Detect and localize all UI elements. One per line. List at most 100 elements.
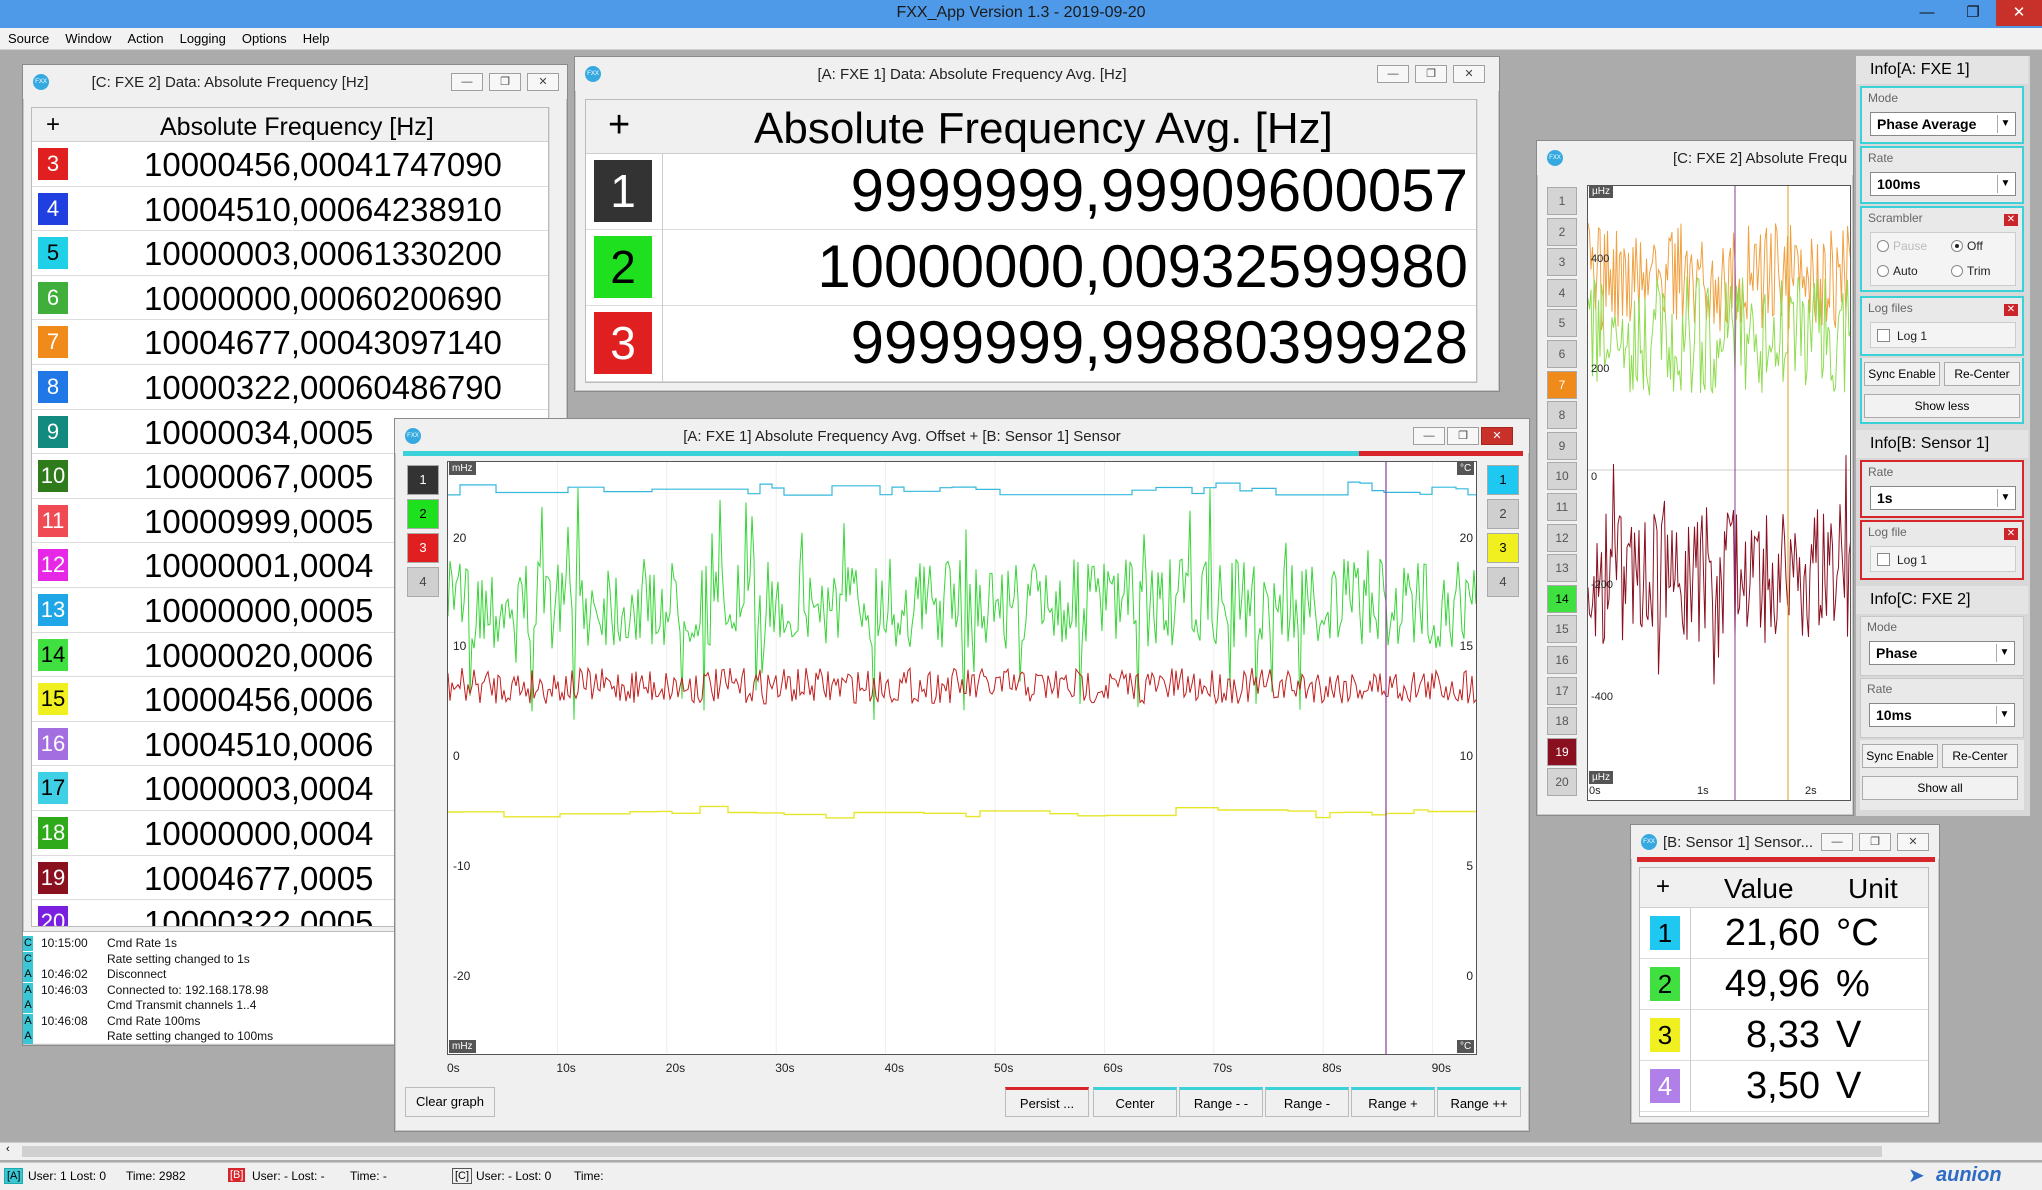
channel-chip[interactable]: 11 [38,504,68,537]
clear-graph-button[interactable]: Clear graph [405,1087,495,1117]
sync-enable-button[interactable]: Sync Enable [1864,362,1940,386]
fxe2-channel-16-toggle[interactable]: 16 [1547,646,1577,674]
channel-chip[interactable]: 18 [38,816,68,849]
sensor-data-window[interactable]: FXX [B: Sensor 1] Sensor... — ❐ ✕ + Valu… [1630,824,1940,1124]
channel-chip[interactable]: 8 [38,370,68,403]
fxe2-channel-11-toggle[interactable]: 11 [1547,493,1577,521]
channel-chip[interactable]: 5 [38,237,68,270]
horizontal-scrollbar[interactable]: ‹ [0,1142,2042,1160]
show-all-button[interactable]: Show all [1862,776,2018,800]
radio-trim[interactable] [1951,265,1963,277]
recenter-button[interactable]: Re-Center [1944,362,2020,386]
left-channel-3-toggle[interactable]: 3 [407,533,439,563]
menu-help[interactable]: Help [295,28,338,50]
menu-options[interactable]: Options [234,28,295,50]
persist-button[interactable]: Persist ... [1005,1087,1089,1117]
mode-select[interactable]: Phase ▼ [1869,641,2015,665]
channel-chip[interactable]: 6 [38,281,68,314]
channel-chip[interactable]: 9 [38,415,68,448]
menu-logging[interactable]: Logging [172,28,234,50]
right-channel-3-toggle[interactable]: 3 [1487,533,1519,563]
menu-window[interactable]: Window [57,28,119,50]
chevron-left-icon[interactable]: ‹ [6,1143,10,1155]
range-plus-button[interactable]: Range + [1351,1087,1435,1117]
fxe2-channel-10-toggle[interactable]: 10 [1547,462,1577,491]
fxe1-data-titlebar[interactable]: FXX [A: FXE 1] Data: Absolute Frequency … [575,57,1499,91]
radio-pause[interactable] [1877,240,1889,252]
menu-source[interactable]: Source [0,28,57,50]
fxe2-channel-19-toggle[interactable]: 19 [1547,737,1577,766]
sensor-titlebar[interactable]: FXX [B: Sensor 1] Sensor... — ❐ ✕ [1631,825,1939,859]
right-channel-1-toggle[interactable]: 1 [1487,465,1519,495]
restore-icon[interactable]: ❐ [1447,427,1479,445]
log1-checkbox[interactable] [1877,329,1890,342]
channel-chip[interactable]: 1 [594,160,652,222]
fxe2-channel-4-toggle[interactable]: 4 [1547,278,1577,307]
channel-chip[interactable]: 12 [38,549,68,582]
minimize-icon[interactable]: — [451,73,483,91]
left-channel-1-toggle[interactable]: 1 [407,465,439,495]
channel-chip[interactable]: 2 [1650,967,1680,1001]
close-icon[interactable]: ✕ [2004,528,2018,540]
fxe2-channel-18-toggle[interactable]: 18 [1547,707,1577,736]
main-plot-area[interactable] [447,461,1477,1055]
channel-chip[interactable]: 4 [38,192,68,225]
close-icon[interactable]: ✕ [1481,427,1513,445]
fxe2-data-titlebar[interactable]: FXX [C: FXE 2] Data: Absolute Frequency … [23,65,567,99]
main-graph-titlebar[interactable]: FXX [A: FXE 1] Absolute Frequency Avg. O… [395,419,1529,453]
close-icon[interactable]: ✕ [1897,833,1929,851]
fxe2-channel-17-toggle[interactable]: 17 [1547,676,1577,705]
add-column-button[interactable]: + [46,111,60,139]
range-minus-minus-button[interactable]: Range - - [1179,1087,1263,1117]
minimize-icon[interactable]: — [1821,833,1853,851]
main-graph-window[interactable]: FXX [A: FXE 1] Absolute Frequency Avg. O… [394,418,1530,1132]
fxe2-channel-7-toggle[interactable]: 7 [1547,370,1577,399]
add-column-button[interactable]: + [608,104,630,147]
minimize-icon[interactable]: — [1377,65,1409,83]
radio-auto[interactable] [1877,265,1889,277]
close-icon[interactable]: ✕ [2004,304,2018,316]
show-less-button[interactable]: Show less [1864,394,2020,418]
channel-chip[interactable]: 3 [1650,1018,1680,1052]
fxe2-channel-6-toggle[interactable]: 6 [1547,340,1577,368]
range-minus-button[interactable]: Range - [1265,1087,1349,1117]
channel-chip[interactable]: 3 [594,312,652,374]
minimize-icon[interactable]: — [1413,427,1445,445]
channel-chip[interactable]: 20 [38,906,68,926]
restore-icon[interactable]: ❐ [489,73,521,91]
channel-chip[interactable]: 17 [38,772,68,805]
mode-select[interactable]: Phase Average ▼ [1870,112,2016,136]
range-plus-plus-button[interactable]: Range ++ [1437,1087,1521,1117]
close-icon[interactable]: ✕ [527,73,559,91]
recenter-button[interactable]: Re-Center [1942,744,2018,768]
channel-chip[interactable]: 4 [1650,1069,1680,1103]
restore-icon[interactable]: ❐ [1415,65,1447,83]
close-button[interactable]: ✕ [1996,0,2042,26]
vertical-scrollbar[interactable] [1477,99,1493,383]
channel-chip[interactable]: 15 [38,683,68,716]
minimize-button[interactable]: — [1904,0,1950,26]
channel-chip[interactable]: 2 [594,236,652,298]
channel-chip[interactable]: 3 [38,148,68,180]
fxe2-channel-15-toggle[interactable]: 15 [1547,615,1577,644]
restore-button[interactable]: ❐ [1950,0,1996,26]
left-channel-2-toggle[interactable]: 2 [407,499,439,529]
fxe2-channel-14-toggle[interactable]: 14 [1547,584,1577,613]
channel-chip[interactable]: 1 [1650,916,1680,950]
channel-chip[interactable]: 16 [38,727,68,760]
fxe2-channel-9-toggle[interactable]: 9 [1547,431,1577,460]
add-column-button[interactable]: + [1656,873,1670,901]
center-button[interactable]: Center [1093,1087,1177,1117]
fxe2-channel-3-toggle[interactable]: 3 [1547,248,1577,277]
close-icon[interactable]: ✕ [2004,214,2018,226]
channel-chip[interactable]: 14 [38,638,68,671]
fxe2-channel-12-toggle[interactable]: 12 [1547,523,1577,552]
fxe2-channel-20-toggle[interactable]: 20 [1547,768,1577,797]
fxe2-plot-area[interactable] [1587,185,1851,801]
fxe1-data-window[interactable]: FXX [A: FXE 1] Data: Absolute Frequency … [574,56,1500,392]
fxe2-channel-8-toggle[interactable]: 8 [1547,401,1577,430]
restore-icon[interactable]: ❐ [1859,833,1891,851]
rate-select[interactable]: 10ms ▼ [1869,703,2015,727]
right-channel-2-toggle[interactable]: 2 [1487,499,1519,529]
fxe2-channel-1-toggle[interactable]: 1 [1547,187,1577,215]
